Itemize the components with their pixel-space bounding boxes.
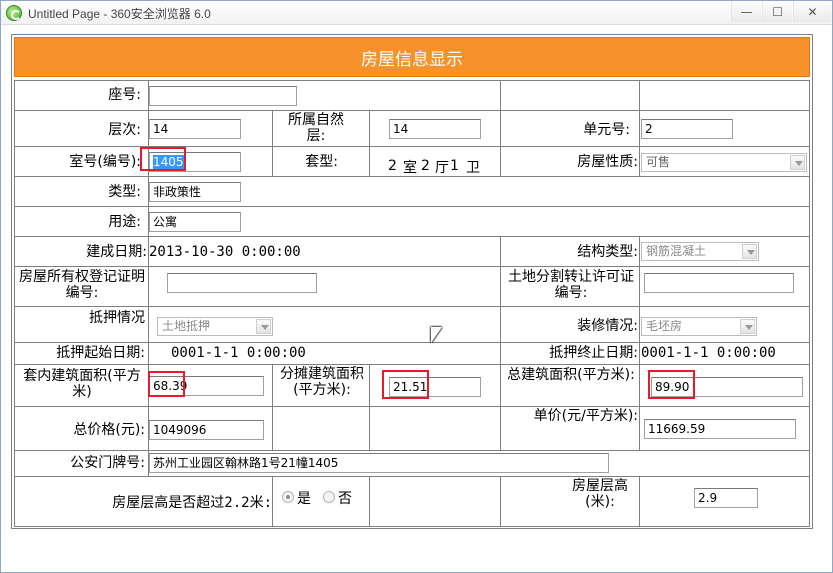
- mortgage-end-label: 抵押终止日期:: [549, 345, 638, 361]
- structure-select[interactable]: 钢筋混凝土: [641, 242, 759, 261]
- decoration-value: 毛坯房: [646, 319, 683, 333]
- land-permit-label: 土地分割转让许可证编号:: [508, 269, 634, 301]
- seat-no-input[interactable]: [149, 86, 297, 106]
- unit-no-input[interactable]: 2: [641, 119, 733, 139]
- layout-baths: 1: [450, 158, 459, 174]
- layout-rooms: 2: [388, 158, 397, 174]
- browser-window: Untitled Page - 360安全浏览器 6.0 — ☐ ✕ 房屋信息显…: [0, 0, 833, 573]
- chevron-down-icon[interactable]: [790, 155, 805, 170]
- height-over-label: 房屋层高是否超过2.2米:: [112, 495, 272, 511]
- unit-price-input[interactable]: 11669.59: [644, 419, 796, 439]
- page-content: 房屋信息显示 座号: 层次: 14 所属自然层: 14 单元号: 2 室号(编号…: [11, 34, 813, 529]
- table-cell: [148, 206, 810, 237]
- mortgage-label: 抵押情况: [89, 310, 145, 326]
- type-label: 类型:: [108, 184, 141, 200]
- shared-area-label: 分摊建筑面积(平方米):: [280, 366, 364, 398]
- inner-area-highlight: [148, 371, 185, 397]
- table-cell: [639, 80, 810, 111]
- usage-input[interactable]: 公寓: [149, 212, 241, 232]
- layout-room-unit: 室: [403, 160, 417, 176]
- address-input[interactable]: 苏州工业园区翰林路1号21幢1405: [149, 453, 609, 473]
- page-header: 房屋信息显示: [14, 37, 810, 77]
- property-nature-select[interactable]: 可售: [641, 153, 807, 172]
- mortgage-end-value: 0001-1-1 0:00:00: [641, 345, 776, 361]
- layout-hall-unit: 厅: [435, 160, 449, 176]
- address-label: 公安门牌号:: [70, 455, 145, 471]
- natural-floor-input[interactable]: 14: [389, 119, 481, 139]
- total-price-label: 总价格(元):: [73, 422, 145, 438]
- mouse-pointer-icon: [431, 327, 442, 343]
- floor-label: 层次:: [108, 122, 141, 138]
- title-bar: Untitled Page - 360安全浏览器 6.0 — ☐ ✕: [1, 1, 832, 25]
- unit-price-label: 单价(元/平方米):: [533, 408, 638, 424]
- unit-no-label: 单元号:: [583, 122, 630, 138]
- property-nature-label: 房屋性质:: [577, 154, 638, 170]
- minimize-button[interactable]: —: [731, 1, 761, 22]
- ownership-cert-label: 房屋所有权登记证明编号:: [19, 269, 145, 301]
- mortgage-start-value: 0001-1-1 0:00:00: [171, 345, 306, 361]
- height-over-yes-label: 是: [297, 491, 311, 507]
- table-cell: [148, 176, 810, 207]
- mortgage-start-label: 抵押起始日期:: [56, 345, 145, 361]
- house-info-table: 座号: 层次: 14 所属自然层: 14 单元号: 2 室号(编号): 1405: [14, 80, 810, 528]
- chevron-down-icon[interactable]: [256, 319, 271, 334]
- mortgage-select[interactable]: 土地抵押: [157, 317, 273, 336]
- type-input[interactable]: 非政策性: [149, 182, 241, 202]
- floor-height-label: 房屋层高(米):: [572, 478, 628, 510]
- usage-label: 用途:: [108, 214, 141, 230]
- layout-label: 套型:: [305, 154, 338, 170]
- layout-bath-unit: 卫: [466, 160, 480, 176]
- decoration-label: 装修情况:: [577, 318, 638, 334]
- room-no-label: 室号(编号):: [69, 154, 141, 170]
- structure-label: 结构类型:: [577, 244, 638, 260]
- floor-height-input[interactable]: 2.9: [694, 488, 758, 508]
- height-over-no-radio[interactable]: [323, 491, 335, 503]
- total-price-input[interactable]: 1049096: [149, 420, 264, 440]
- total-area-highlight: [648, 370, 695, 399]
- ownership-cert-input[interactable]: [167, 273, 317, 293]
- shared-area-highlight: [382, 370, 429, 399]
- maximize-button[interactable]: ☐: [762, 1, 792, 22]
- table-cell: [272, 406, 370, 451]
- total-area-label: 总建筑面积(平方米):: [507, 367, 635, 383]
- height-over-yes-radio[interactable]: [282, 491, 294, 503]
- height-over-no-label: 否: [338, 491, 352, 507]
- browser-logo-icon: [6, 5, 22, 21]
- close-button[interactable]: ✕: [793, 1, 831, 22]
- build-date-label: 建成日期:: [86, 244, 147, 260]
- seat-no-label: 座号:: [108, 87, 141, 103]
- layout-halls: 2: [421, 158, 430, 174]
- chevron-down-icon[interactable]: [742, 244, 757, 259]
- land-permit-input[interactable]: [644, 273, 794, 293]
- table-cell: [369, 406, 501, 451]
- chevron-down-icon[interactable]: [740, 319, 755, 334]
- window-title: Untitled Page - 360安全浏览器 6.0: [28, 7, 211, 21]
- table-cell: [369, 476, 501, 527]
- room-no-highlight: [140, 147, 186, 171]
- floor-input[interactable]: 14: [149, 119, 241, 139]
- decoration-select[interactable]: 毛坯房: [641, 317, 757, 336]
- inner-area-label: 套内建筑面积(平方米): [23, 368, 141, 400]
- structure-value: 钢筋混凝土: [646, 244, 707, 258]
- build-date-value: 2013-10-30 0:00:00: [149, 244, 301, 260]
- mortgage-value: 土地抵押: [162, 319, 211, 333]
- property-nature-value: 可售: [646, 155, 671, 169]
- table-cell: [500, 80, 640, 111]
- natural-floor-label: 所属自然层:: [288, 112, 344, 144]
